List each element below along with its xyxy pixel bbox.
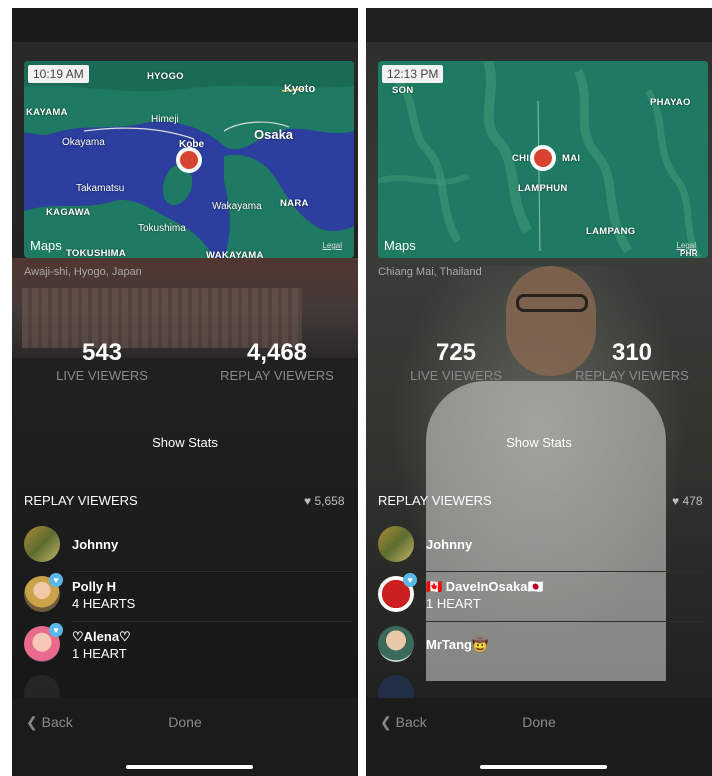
viewer-hearts: 1 HEART — [72, 646, 127, 661]
replay-viewers-count: 310 — [611, 339, 653, 366]
broadcast-summary-left: 10:19 AM HYOGO KAYAMA Kyoto Himeji Okaya… — [12, 8, 358, 776]
location-map[interactable]: 12:13 PM SON PHAYAO CHI MAI LAMPHUN LAMP… — [378, 61, 708, 258]
map-label: Okayama — [62, 137, 105, 148]
avatar — [378, 626, 414, 662]
heart-icon: ♥ — [672, 494, 680, 508]
map-label: NARA — [280, 198, 309, 209]
map-label: LAMPHUN — [518, 183, 568, 194]
location-map[interactable]: 10:19 AM HYOGO KAYAMA Kyoto Himeji Okaya… — [24, 61, 354, 258]
viewer-row[interactable]: Johnny — [378, 526, 712, 574]
broadcast-summary-right: 12:13 PM SON PHAYAO CHI MAI LAMPHUN LAMP… — [366, 8, 712, 776]
viewer-name: Polly H — [72, 579, 117, 594]
live-viewers-label: LIVE VIEWERS — [56, 368, 148, 383]
show-stats-button[interactable]: Show Stats — [12, 435, 358, 450]
divider — [72, 571, 352, 572]
replay-viewers-stat: 4,468 REPLAY VIEWERS — [207, 339, 347, 383]
live-viewers-count: 543 — [81, 339, 123, 366]
legal-link[interactable]: Legal — [676, 241, 696, 250]
map-label: PHR — [680, 249, 698, 258]
top-band — [366, 8, 712, 42]
map-label: Wakayama — [212, 201, 262, 212]
map-label: KAYAMA — [26, 107, 68, 118]
map-label: KAGAWA — [46, 207, 91, 218]
total-hearts: ♥ 5,658 — [304, 494, 345, 508]
location-pin-icon — [176, 147, 202, 173]
replay-viewers-label: REPLAY VIEWERS — [575, 368, 689, 383]
replay-viewers-header: REPLAY VIEWERS — [378, 493, 492, 508]
avatar — [378, 526, 414, 562]
done-button[interactable]: Done — [12, 714, 358, 730]
home-indicator — [480, 765, 607, 769]
legal-link[interactable]: Legal — [322, 241, 342, 250]
map-label: SON — [392, 85, 414, 96]
heart-icon: ♥ — [304, 494, 312, 508]
live-viewers-stat: 543 LIVE VIEWERS — [42, 339, 162, 383]
viewer-name: Johnny — [426, 537, 473, 552]
viewer-name: 🇨🇦 DaveInOsaka🇯🇵 — [426, 579, 544, 594]
viewer-name: Johnny — [72, 537, 119, 552]
map-label: CHI — [512, 153, 530, 164]
divider — [72, 621, 352, 622]
map-label: TOKUSHIMA — [66, 248, 127, 258]
map-label: MAI — [562, 153, 581, 164]
total-hearts: ♥ 478 — [672, 494, 703, 508]
live-viewers-count: 725 — [435, 339, 477, 366]
map-label: PHAYAO — [650, 97, 691, 108]
home-indicator — [126, 765, 253, 769]
replay-viewers-label: REPLAY VIEWERS — [220, 368, 334, 383]
viewer-row[interactable]: ♥ ♡Alena♡ 1 HEART — [24, 623, 358, 674]
location-text: Awaji-shi, Hyogo, Japan — [24, 266, 142, 278]
live-viewers-stat: 725 LIVE VIEWERS — [396, 339, 516, 383]
viewer-hearts: 1 HEART — [426, 596, 481, 611]
local-time-badge: 12:13 PM — [382, 65, 444, 83]
viewer-row[interactable]: MrTang🤠 — [378, 626, 712, 674]
replay-viewers-header: REPLAY VIEWERS — [24, 493, 138, 508]
location-pin-icon — [530, 145, 556, 171]
map-label: Kyoto — [284, 83, 316, 95]
viewer-row[interactable]: ♥ 🇨🇦 DaveInOsaka🇯🇵 1 HEART — [378, 573, 712, 624]
show-stats-button[interactable]: Show Stats — [366, 435, 712, 450]
viewer-name: MrTang🤠 — [426, 637, 489, 652]
avatar — [24, 526, 60, 562]
map-label: Osaka — [254, 127, 294, 142]
divider — [426, 571, 706, 572]
viewer-row[interactable]: Johnny — [24, 526, 358, 574]
top-band — [12, 8, 358, 42]
screen: 10:19 AM HYOGO KAYAMA Kyoto Himeji Okaya… — [0, 0, 712, 776]
apple-maps-logo: Maps — [30, 238, 62, 253]
glasses — [516, 294, 588, 312]
live-viewers-label: LIVE VIEWERS — [410, 368, 502, 383]
map-label: HYOGO — [147, 71, 184, 82]
map-label: Himeji — [151, 114, 179, 125]
divider — [426, 621, 706, 622]
map-label: WAKAYAMA — [206, 250, 264, 258]
replay-viewers-count: 4,468 — [246, 339, 308, 366]
done-button[interactable]: Done — [366, 714, 712, 730]
local-time-badge: 10:19 AM — [28, 65, 89, 83]
map-label: Takamatsu — [76, 183, 125, 194]
map-label: Tokushima — [138, 223, 186, 234]
heart-badge-icon: ♥ — [49, 623, 63, 637]
location-text: Chiang Mai, Thailand — [378, 266, 482, 278]
viewer-name: ♡Alena♡ — [72, 629, 131, 644]
heart-badge-icon: ♥ — [403, 573, 417, 587]
map-label: LAMPANG — [586, 226, 636, 237]
heart-badge-icon: ♥ — [49, 573, 63, 587]
apple-maps-logo: Maps — [384, 238, 416, 253]
viewer-hearts: 4 HEARTS — [72, 596, 136, 611]
replay-viewers-stat: 310 REPLAY VIEWERS — [562, 339, 702, 383]
viewer-row[interactable]: ♥ Polly H 4 HEARTS — [24, 573, 358, 624]
